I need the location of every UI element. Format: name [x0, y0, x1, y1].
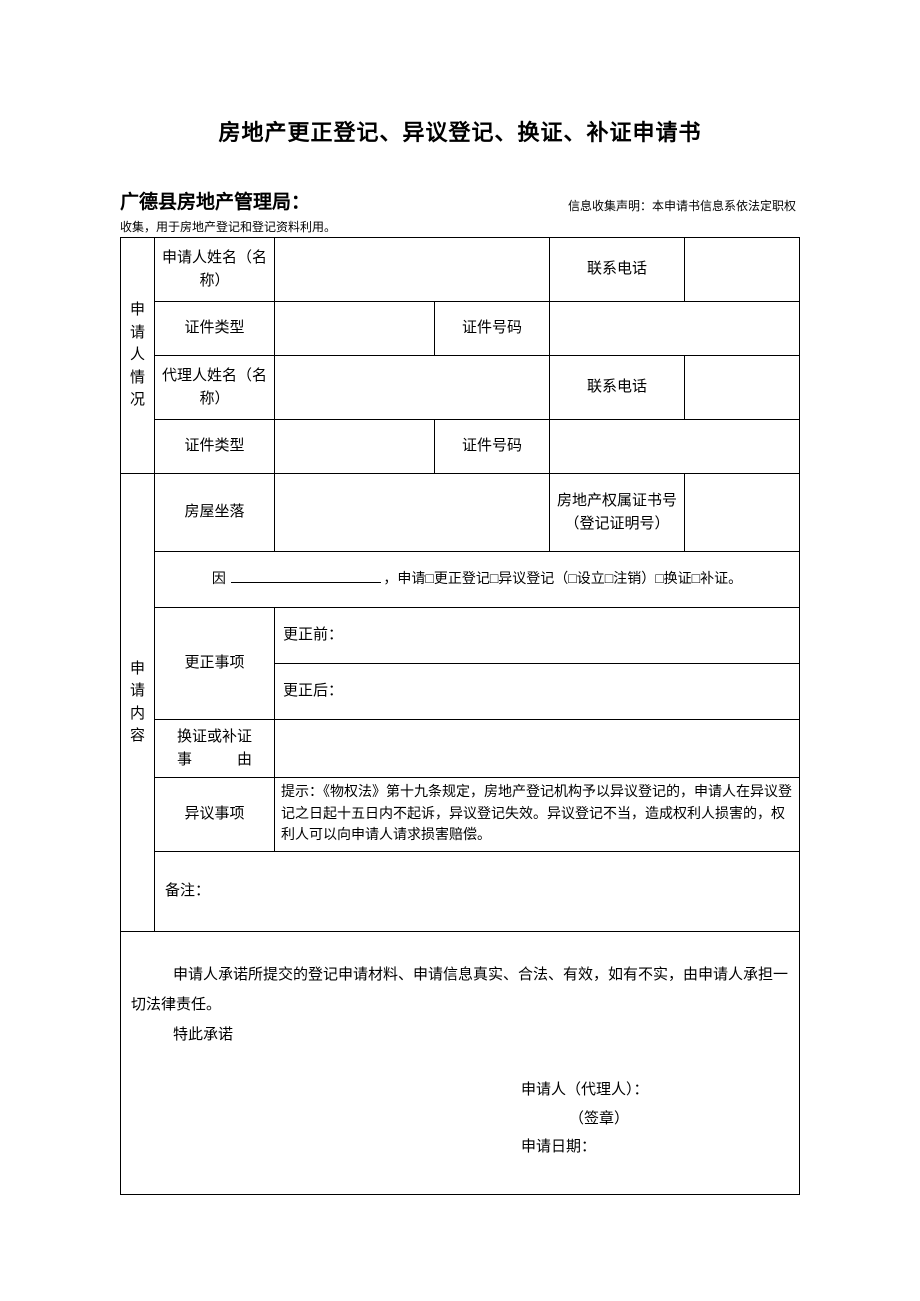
label-replace-reason: 换证或补证事 由 [155, 720, 275, 778]
label-agent-phone: 联系电话 [550, 356, 685, 420]
section-application-content: 申请内容 [121, 474, 155, 932]
label-applicant-id-no: 证件号码 [435, 302, 550, 356]
commitment-block: 申请人承诺所提交的登记申请材料、申请信息真实、合法、有效，如有不实，由申请人承担… [121, 932, 800, 1195]
label-agent-name: 代理人姓名（名称） [155, 356, 275, 420]
field-applicant-id-type[interactable] [275, 302, 435, 356]
field-applicant-id-no[interactable] [550, 302, 800, 356]
commitment-text: 申请人承诺所提交的登记申请材料、申请信息真实、合法、有效，如有不实，由申请人承担… [131, 960, 789, 1020]
info-notice-line2: 收集，用于房地产登记和登记资料利用。 [120, 218, 800, 235]
commitment-closing: 特此承诺 [131, 1020, 789, 1050]
signature-label: 申请人（代理人）： [521, 1076, 789, 1105]
label-cert-no: 房地产权属证书号（登记证明号） [550, 474, 685, 552]
field-correction-after[interactable]: 更正后： [275, 664, 800, 720]
label-correction-items: 更正事项 [155, 608, 275, 720]
date-label: 申请日期： [521, 1133, 789, 1162]
application-form-table: 申请人情况 申请人姓名（名称） 联系电话 证件类型 证件号码 代理人姓名（名称）… [120, 237, 800, 1195]
label-agent-id-type: 证件类型 [155, 420, 275, 474]
signature-block: 申请人（代理人）： （签章） 申请日期： [521, 1076, 789, 1162]
field-remarks[interactable]: 备注： [155, 852, 800, 932]
field-agent-id-type[interactable] [275, 420, 435, 474]
field-replace-reason[interactable] [275, 720, 800, 778]
info-notice-line1: 信息收集声明：本申请书信息系依法定职权 [568, 197, 800, 214]
reason-checkboxes-row[interactable]: 因 ，申请□更正登记□异议登记（□设立□注销）□换证□补证。 [155, 552, 800, 608]
header-row: 广德县房地产管理局： 信息收集声明：本申请书信息系依法定职权 [120, 187, 800, 214]
reason-blank-line[interactable] [231, 582, 381, 583]
label-applicant-phone: 联系电话 [550, 238, 685, 302]
label-objection-items: 异议事项 [155, 778, 275, 852]
field-agent-id-no[interactable] [550, 420, 800, 474]
field-correction-before[interactable]: 更正前： [275, 608, 800, 664]
field-applicant-phone[interactable] [685, 238, 800, 302]
field-agent-phone[interactable] [685, 356, 800, 420]
field-agent-name[interactable] [275, 356, 550, 420]
label-agent-id-no: 证件号码 [435, 420, 550, 474]
form-title: 房地产更正登记、异议登记、换证、补证申请书 [120, 115, 800, 147]
label-house-location: 房屋坐落 [155, 474, 275, 552]
field-cert-no[interactable] [685, 474, 800, 552]
label-applicant-name: 申请人姓名（名称） [155, 238, 275, 302]
section-applicant-info: 申请人情况 [121, 238, 155, 474]
agency-name: 广德县房地产管理局： [120, 187, 310, 214]
objection-tip-text: 提示：《物权法》第十九条规定，房地产登记机构予以异议登记的，申请人在异议登记之日… [275, 778, 800, 852]
field-house-location[interactable] [275, 474, 550, 552]
label-applicant-id-type: 证件类型 [155, 302, 275, 356]
field-applicant-name[interactable] [275, 238, 550, 302]
seal-label: （签章） [521, 1105, 789, 1134]
